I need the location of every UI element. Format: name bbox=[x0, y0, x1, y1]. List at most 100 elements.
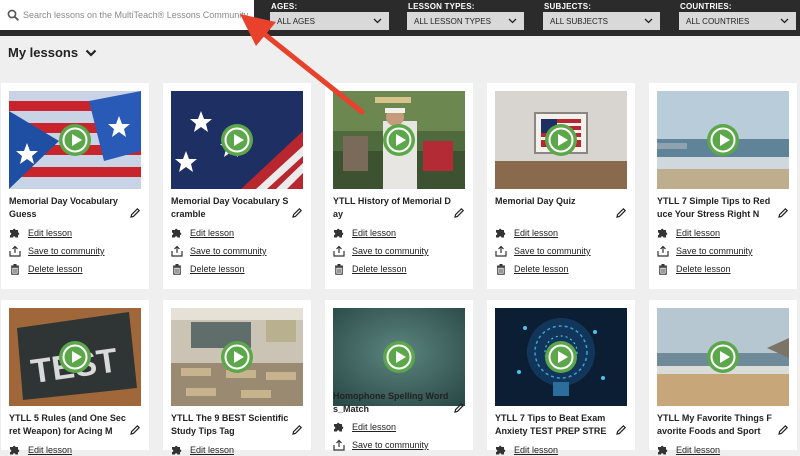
save-to-community-label: Save to community bbox=[676, 246, 753, 256]
chevron-down-icon bbox=[508, 18, 517, 24]
play-icon[interactable] bbox=[58, 123, 92, 157]
pencil-icon[interactable] bbox=[129, 207, 141, 219]
trash-icon bbox=[497, 264, 505, 275]
trash-icon bbox=[173, 264, 181, 275]
delete-lesson-button[interactable]: Delete lesson bbox=[9, 263, 83, 275]
lesson-title[interactable]: Memorial Day Vocabulary Guess bbox=[9, 195, 127, 221]
play-icon[interactable] bbox=[544, 340, 578, 374]
save-to-community-label: Save to community bbox=[352, 246, 429, 256]
upload-icon bbox=[495, 245, 507, 257]
play-icon[interactable] bbox=[706, 123, 740, 157]
lesson-thumbnail[interactable] bbox=[657, 91, 789, 189]
save-to-community-button[interactable]: Save to community bbox=[333, 245, 429, 257]
pencil-icon[interactable] bbox=[291, 207, 303, 219]
play-icon[interactable] bbox=[220, 340, 254, 374]
subjects-select[interactable]: ALL SUBJECTS bbox=[543, 12, 660, 30]
edit-lesson-label: Edit lesson bbox=[190, 445, 235, 455]
lesson-card: YTLL The 9 BEST Scientific Study Tips Ta… bbox=[163, 300, 311, 455]
edit-lesson-button[interactable]: Edit lesson bbox=[171, 444, 234, 456]
save-to-community-button[interactable]: Save to community bbox=[171, 245, 267, 257]
save-to-community-label: Save to community bbox=[190, 246, 267, 256]
lesson-card: Memorial Day Vocabulary Guess Edit lesso… bbox=[1, 83, 149, 289]
my-lessons-dropdown[interactable]: My lessons bbox=[8, 45, 97, 60]
lesson-title[interactable]: YTLL The 9 BEST Scientific Study Tips Ta… bbox=[171, 412, 289, 438]
lesson-title[interactable]: YTLL My Favorite Things Favorite Foods a… bbox=[657, 412, 775, 438]
save-to-community-button[interactable]: Save to community bbox=[495, 245, 591, 257]
lesson-thumbnail[interactable] bbox=[9, 91, 141, 189]
lesson-title[interactable]: Memorial Day Quiz bbox=[495, 195, 613, 208]
lesson-title[interactable]: Homophone Spelling Words_Match bbox=[333, 390, 451, 416]
save-to-community-button[interactable]: Save to community bbox=[657, 245, 753, 257]
filter-subjects: SUBJECTS: ALL SUBJECTS bbox=[543, 0, 660, 30]
lesson-thumbnail[interactable] bbox=[495, 91, 627, 189]
pencil-icon[interactable] bbox=[453, 402, 465, 414]
play-icon[interactable] bbox=[58, 340, 92, 374]
countries-select[interactable]: ALL COUNTRIES bbox=[679, 12, 796, 30]
delete-lesson-label: Delete lesson bbox=[676, 264, 731, 274]
edit-lesson-button[interactable]: Edit lesson bbox=[657, 444, 720, 456]
delete-lesson-button[interactable]: Delete lesson bbox=[495, 263, 569, 275]
play-icon[interactable] bbox=[220, 123, 254, 157]
pencil-icon[interactable] bbox=[777, 424, 789, 436]
lesson-types-select-value: ALL LESSON TYPES bbox=[414, 16, 491, 26]
ages-select[interactable]: ALL AGES bbox=[270, 12, 389, 30]
pencil-icon[interactable] bbox=[453, 207, 465, 219]
trash-icon bbox=[11, 264, 19, 275]
delete-lesson-button[interactable]: Delete lesson bbox=[333, 263, 407, 275]
lesson-thumbnail[interactable] bbox=[495, 308, 627, 406]
lesson-title[interactable]: Memorial Day Vocabulary Scramble bbox=[171, 195, 289, 221]
play-icon[interactable] bbox=[382, 123, 416, 157]
lesson-thumbnail[interactable] bbox=[657, 308, 789, 406]
chevron-down-icon bbox=[373, 18, 382, 24]
edit-lesson-button[interactable]: Edit lesson bbox=[495, 227, 558, 239]
save-to-community-button[interactable]: Save to community bbox=[333, 439, 429, 451]
play-icon[interactable] bbox=[544, 123, 578, 157]
lesson-thumbnail[interactable]: TEST bbox=[9, 308, 141, 406]
lesson-title[interactable]: YTLL History of Memorial Day bbox=[333, 195, 451, 221]
lesson-card: YTLL 7 Simple Tips to Reduce Your Stress… bbox=[649, 83, 797, 289]
delete-lesson-button[interactable]: Delete lesson bbox=[171, 263, 245, 275]
pencil-icon[interactable] bbox=[615, 424, 627, 436]
pencil-icon[interactable] bbox=[615, 207, 627, 219]
pencil-icon[interactable] bbox=[291, 424, 303, 436]
pencil-icon[interactable] bbox=[129, 424, 141, 436]
search-input[interactable] bbox=[23, 10, 248, 20]
save-to-community-button[interactable]: Save to community bbox=[9, 245, 105, 257]
trash-icon bbox=[335, 264, 343, 275]
lesson-title[interactable]: YTLL 7 Tips to Beat Exam Anxiety TEST PR… bbox=[495, 412, 613, 438]
delete-lesson-label: Delete lesson bbox=[190, 264, 245, 274]
lesson-thumbnail[interactable] bbox=[333, 91, 465, 189]
upload-icon bbox=[9, 245, 21, 257]
edit-lesson-button[interactable]: Edit lesson bbox=[171, 227, 234, 239]
delete-lesson-label: Delete lesson bbox=[352, 264, 407, 274]
save-to-community-label: Save to community bbox=[514, 246, 591, 256]
edit-lesson-label: Edit lesson bbox=[514, 228, 559, 238]
lesson-thumbnail[interactable] bbox=[171, 91, 303, 189]
upload-icon bbox=[333, 245, 345, 257]
delete-lesson-button[interactable]: Delete lesson bbox=[657, 263, 731, 275]
lesson-title[interactable]: YTLL 7 Simple Tips to Reduce Your Stress… bbox=[657, 195, 775, 221]
puzzle-icon bbox=[496, 228, 506, 238]
edit-lesson-button[interactable]: Edit lesson bbox=[9, 227, 72, 239]
edit-lesson-button[interactable]: Edit lesson bbox=[333, 227, 396, 239]
lesson-thumbnail[interactable] bbox=[171, 308, 303, 406]
search-box[interactable] bbox=[0, 0, 254, 30]
edit-lesson-button[interactable]: Edit lesson bbox=[333, 421, 396, 433]
lesson-types-select[interactable]: ALL LESSON TYPES bbox=[407, 12, 524, 30]
edit-lesson-button[interactable]: Edit lesson bbox=[657, 227, 720, 239]
chevron-down-icon bbox=[644, 18, 653, 24]
filter-countries: COUNTRIES: ALL COUNTRIES bbox=[679, 0, 796, 30]
puzzle-icon bbox=[334, 228, 344, 238]
play-icon[interactable] bbox=[706, 340, 740, 374]
play-icon[interactable] bbox=[382, 340, 416, 374]
edit-lesson-label: Edit lesson bbox=[514, 445, 559, 455]
lesson-title[interactable]: YTLL 5 Rules (and One Secret Weapon) for… bbox=[9, 412, 127, 438]
edit-lesson-button[interactable]: Edit lesson bbox=[495, 444, 558, 456]
chevron-down-icon bbox=[780, 18, 789, 24]
puzzle-icon bbox=[172, 445, 182, 455]
upload-icon bbox=[333, 439, 345, 451]
edit-lesson-label: Edit lesson bbox=[676, 228, 721, 238]
puzzle-icon bbox=[334, 422, 344, 432]
pencil-icon[interactable] bbox=[777, 207, 789, 219]
edit-lesson-button[interactable]: Edit lesson bbox=[9, 444, 72, 456]
